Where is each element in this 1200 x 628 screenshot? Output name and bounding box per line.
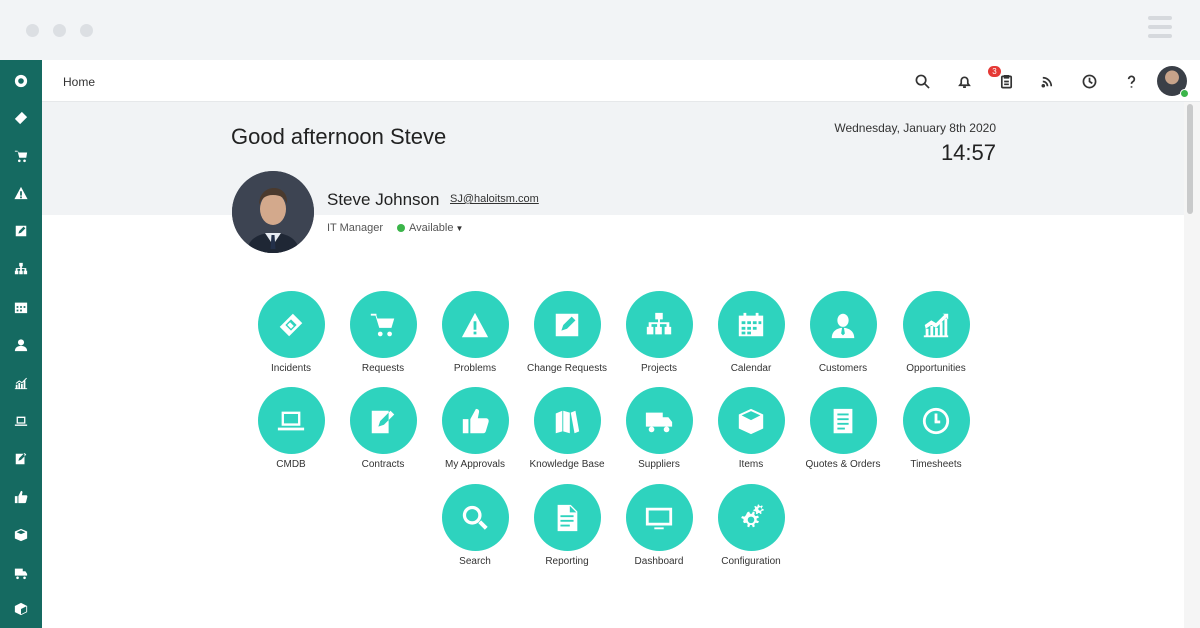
menu-icon[interactable] (1148, 16, 1172, 38)
document-icon (809, 387, 877, 454)
ticket-icon (257, 291, 325, 358)
clock-icon (902, 387, 970, 454)
sidebar-hierarchy-icon[interactable] (0, 250, 42, 288)
tile-opportunities[interactable]: Opportunities (876, 291, 996, 374)
books-icon (533, 387, 601, 454)
help-icon[interactable] (1120, 70, 1142, 92)
chart-icon (902, 291, 970, 358)
sidebar-truck-icon[interactable] (0, 554, 42, 592)
availability-status: Available (409, 222, 454, 234)
tile-configuration[interactable]: Configuration (691, 484, 811, 567)
current-date: Wednesday, January 8th 2020 (834, 121, 996, 135)
sidebar-cube-icon[interactable] (0, 590, 42, 628)
sidebar-user-icon[interactable] (0, 326, 42, 364)
sidebar-cart-icon[interactable] (0, 137, 42, 175)
profile-role: IT Manager (327, 222, 384, 234)
scrollbar-thumb[interactable] (1187, 104, 1193, 214)
tile-label: Configuration (721, 556, 781, 567)
greeting-heading: Good afternoon Steve (231, 124, 447, 149)
profile-photo (232, 171, 314, 253)
edit-icon (533, 291, 601, 358)
user-icon (809, 291, 877, 358)
sidebar (0, 60, 42, 628)
sidebar-chart-icon[interactable] (0, 364, 42, 402)
sidebar-laptop-icon[interactable] (0, 402, 42, 440)
box-icon (717, 387, 785, 454)
current-time: 14:57 (940, 140, 996, 165)
tile-label: Opportunities (906, 363, 966, 374)
app-window: Home 3 Good afternoon Steve Wednesday, J… (0, 0, 1200, 628)
sidebar-box-icon[interactable] (0, 516, 42, 554)
profile-name: Steve Johnson (327, 190, 440, 209)
report-icon (533, 484, 601, 551)
truck-icon (625, 387, 693, 454)
notification-badge: 3 (988, 66, 1001, 77)
top-nav-bar: Home (42, 60, 1200, 102)
sidebar-edit-icon[interactable] (0, 212, 42, 250)
available-status-dot (397, 224, 405, 232)
sidebar-thumbs-up-icon[interactable] (0, 478, 42, 516)
sidebar-contract-icon[interactable] (0, 440, 42, 478)
hierarchy-icon (625, 291, 693, 358)
monitor-icon (625, 484, 693, 551)
warning-icon (441, 291, 509, 358)
bell-icon[interactable] (953, 70, 975, 92)
availability-dropdown[interactable]: Available ▼ (397, 222, 463, 234)
chevron-down-icon: ▼ (455, 223, 464, 233)
window-close-dot[interactable] (26, 24, 39, 37)
window-titlebar (0, 0, 1200, 60)
welcome-banner (42, 102, 1184, 215)
sidebar-ticket-icon[interactable] (0, 99, 42, 137)
gears-icon (717, 484, 785, 551)
rss-feed-icon[interactable] (1036, 70, 1058, 92)
calendar-icon (717, 291, 785, 358)
tile-label: Timesheets (910, 459, 962, 470)
window-maximize-dot[interactable] (80, 24, 93, 37)
profile-email-link[interactable]: SJ@haloitsm.com (450, 193, 539, 205)
breadcrumb[interactable]: Home (63, 75, 95, 89)
cart-icon (349, 291, 417, 358)
online-status-dot (1180, 89, 1189, 98)
scrollbar[interactable] (1184, 102, 1200, 628)
contract-icon (349, 387, 417, 454)
sidebar-calendar-icon[interactable] (0, 288, 42, 326)
sidebar-home-icon[interactable] (0, 62, 42, 100)
clock-icon[interactable] (1078, 70, 1100, 92)
sidebar-warning-icon[interactable] (0, 174, 42, 212)
search-icon[interactable] (911, 70, 933, 92)
search-icon (441, 484, 509, 551)
laptop-icon (257, 387, 325, 454)
window-minimize-dot[interactable] (53, 24, 66, 37)
tile-timesheets[interactable]: Timesheets (876, 387, 996, 470)
thumbs-up-icon (441, 387, 509, 454)
